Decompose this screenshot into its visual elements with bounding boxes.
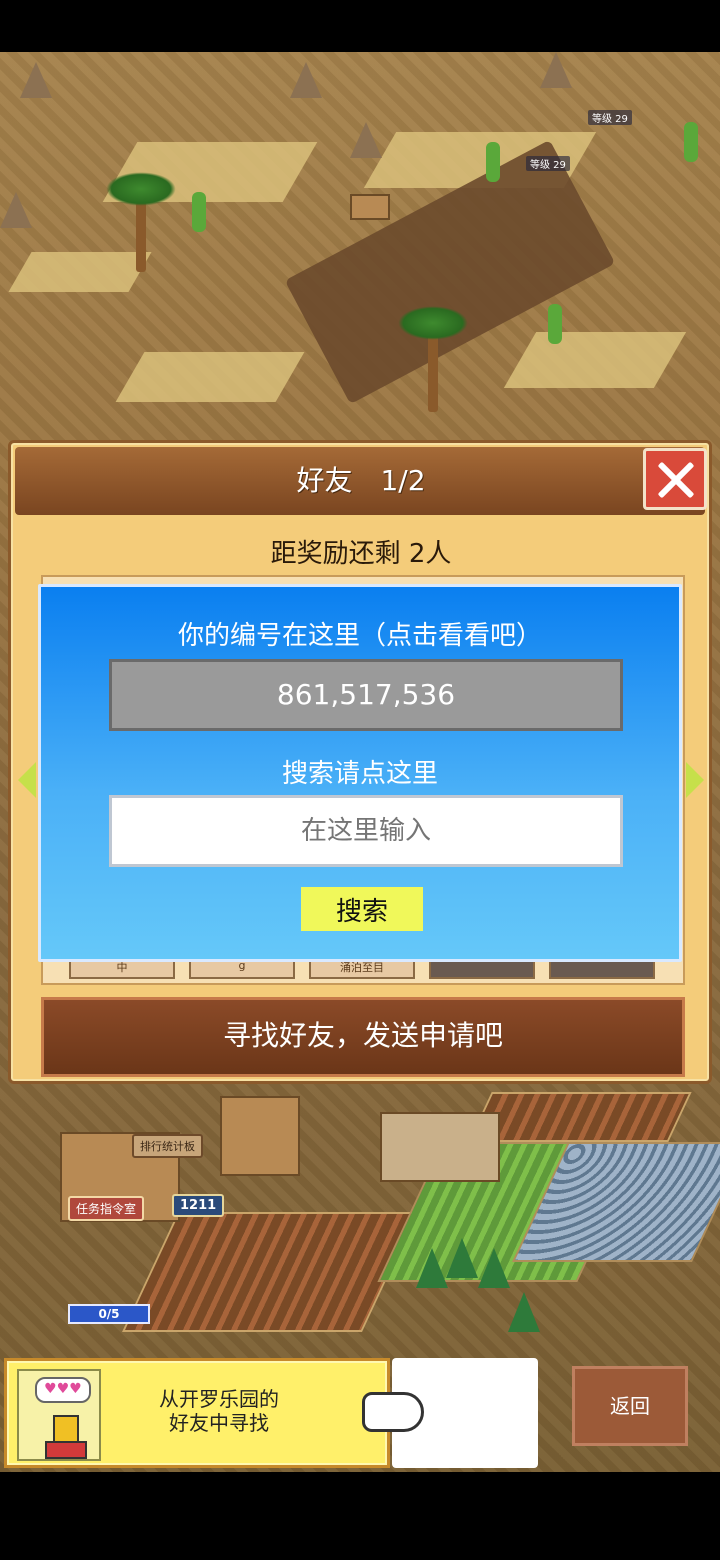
palm-tree bbox=[106, 172, 176, 206]
rock bbox=[540, 52, 572, 88]
friend-id-dialog: 你的编号在这里（点击看看吧） 861,517,536 搜索请点这里 搜索 bbox=[38, 584, 682, 962]
cactus bbox=[192, 192, 206, 232]
search-button[interactable]: 搜索 bbox=[301, 887, 423, 931]
palm-trunk bbox=[136, 202, 146, 272]
rock bbox=[0, 192, 32, 228]
id-label[interactable]: 你的编号在这里（点击看看吧） bbox=[41, 615, 679, 652]
task-progress: 0/5 bbox=[68, 1304, 150, 1324]
pine-tree bbox=[478, 1248, 510, 1288]
close-icon[interactable] bbox=[643, 448, 707, 510]
status-bar-area bbox=[0, 0, 720, 52]
level-label: 等级 29 bbox=[588, 110, 632, 125]
shop-building[interactable] bbox=[220, 1096, 300, 1176]
sand-tile bbox=[8, 252, 152, 292]
friend-search-input[interactable] bbox=[109, 795, 623, 867]
rock bbox=[290, 62, 322, 98]
navigation-bar-area bbox=[0, 1472, 720, 1560]
task-counter: 1211 bbox=[172, 1194, 225, 1217]
level-label: 等级 29 bbox=[526, 156, 570, 171]
pine-tree bbox=[446, 1238, 478, 1278]
arrow-right-icon[interactable] bbox=[686, 762, 704, 798]
rock bbox=[20, 62, 52, 98]
workshop-building[interactable] bbox=[380, 1112, 500, 1182]
player-id-field[interactable]: 861,517,536 bbox=[109, 659, 623, 731]
robot-body-icon bbox=[45, 1441, 87, 1459]
pine-tree bbox=[508, 1292, 540, 1332]
farm-field[interactable] bbox=[468, 1092, 692, 1142]
arrow-left-icon[interactable] bbox=[18, 762, 36, 798]
game-screen: 等级 29 等级 29 排行统计板 任务指令室 1211 0/5 好友 1/2 … bbox=[0, 0, 720, 1560]
reward-remaining-text: 距奖励还剩 2人 bbox=[270, 539, 452, 569]
treasure-chest[interactable] bbox=[350, 194, 390, 220]
task-room-sign[interactable]: 任务指令室 bbox=[68, 1196, 145, 1221]
cactus bbox=[486, 142, 500, 182]
palm-trunk bbox=[428, 332, 438, 412]
palm-tree bbox=[398, 306, 468, 340]
hint-line-1: 从开罗乐园的 bbox=[159, 1387, 279, 1411]
hint-text: 从开罗乐园的 好友中寻找 bbox=[119, 1387, 319, 1435]
hint-box[interactable]: ♥♥♥ 从开罗乐园的 好友中寻找 bbox=[4, 1358, 390, 1468]
back-button[interactable]: 返回 bbox=[572, 1366, 688, 1446]
hint-line-2: 好友中寻找 bbox=[169, 1411, 269, 1435]
pine-tree bbox=[416, 1248, 448, 1288]
find-friends-button[interactable]: 寻找好友，发送申请吧 bbox=[41, 997, 685, 1077]
rock bbox=[350, 122, 382, 158]
cactus bbox=[548, 304, 562, 344]
sand-tile bbox=[115, 352, 305, 402]
kairobot-avatar: ♥♥♥ bbox=[17, 1369, 101, 1461]
ranking-board-sign[interactable]: 排行统计板 bbox=[132, 1134, 203, 1158]
robot-face-icon bbox=[53, 1415, 79, 1443]
sand-tile bbox=[503, 332, 687, 388]
farm-field[interactable] bbox=[122, 1212, 418, 1332]
panel-title: 好友 1/2 bbox=[296, 464, 426, 497]
cactus bbox=[684, 122, 698, 162]
heart-bubble: ♥♥♥ bbox=[35, 1377, 91, 1403]
pointing-hand-icon bbox=[362, 1392, 424, 1432]
search-label: 搜索请点这里 bbox=[281, 759, 438, 789]
